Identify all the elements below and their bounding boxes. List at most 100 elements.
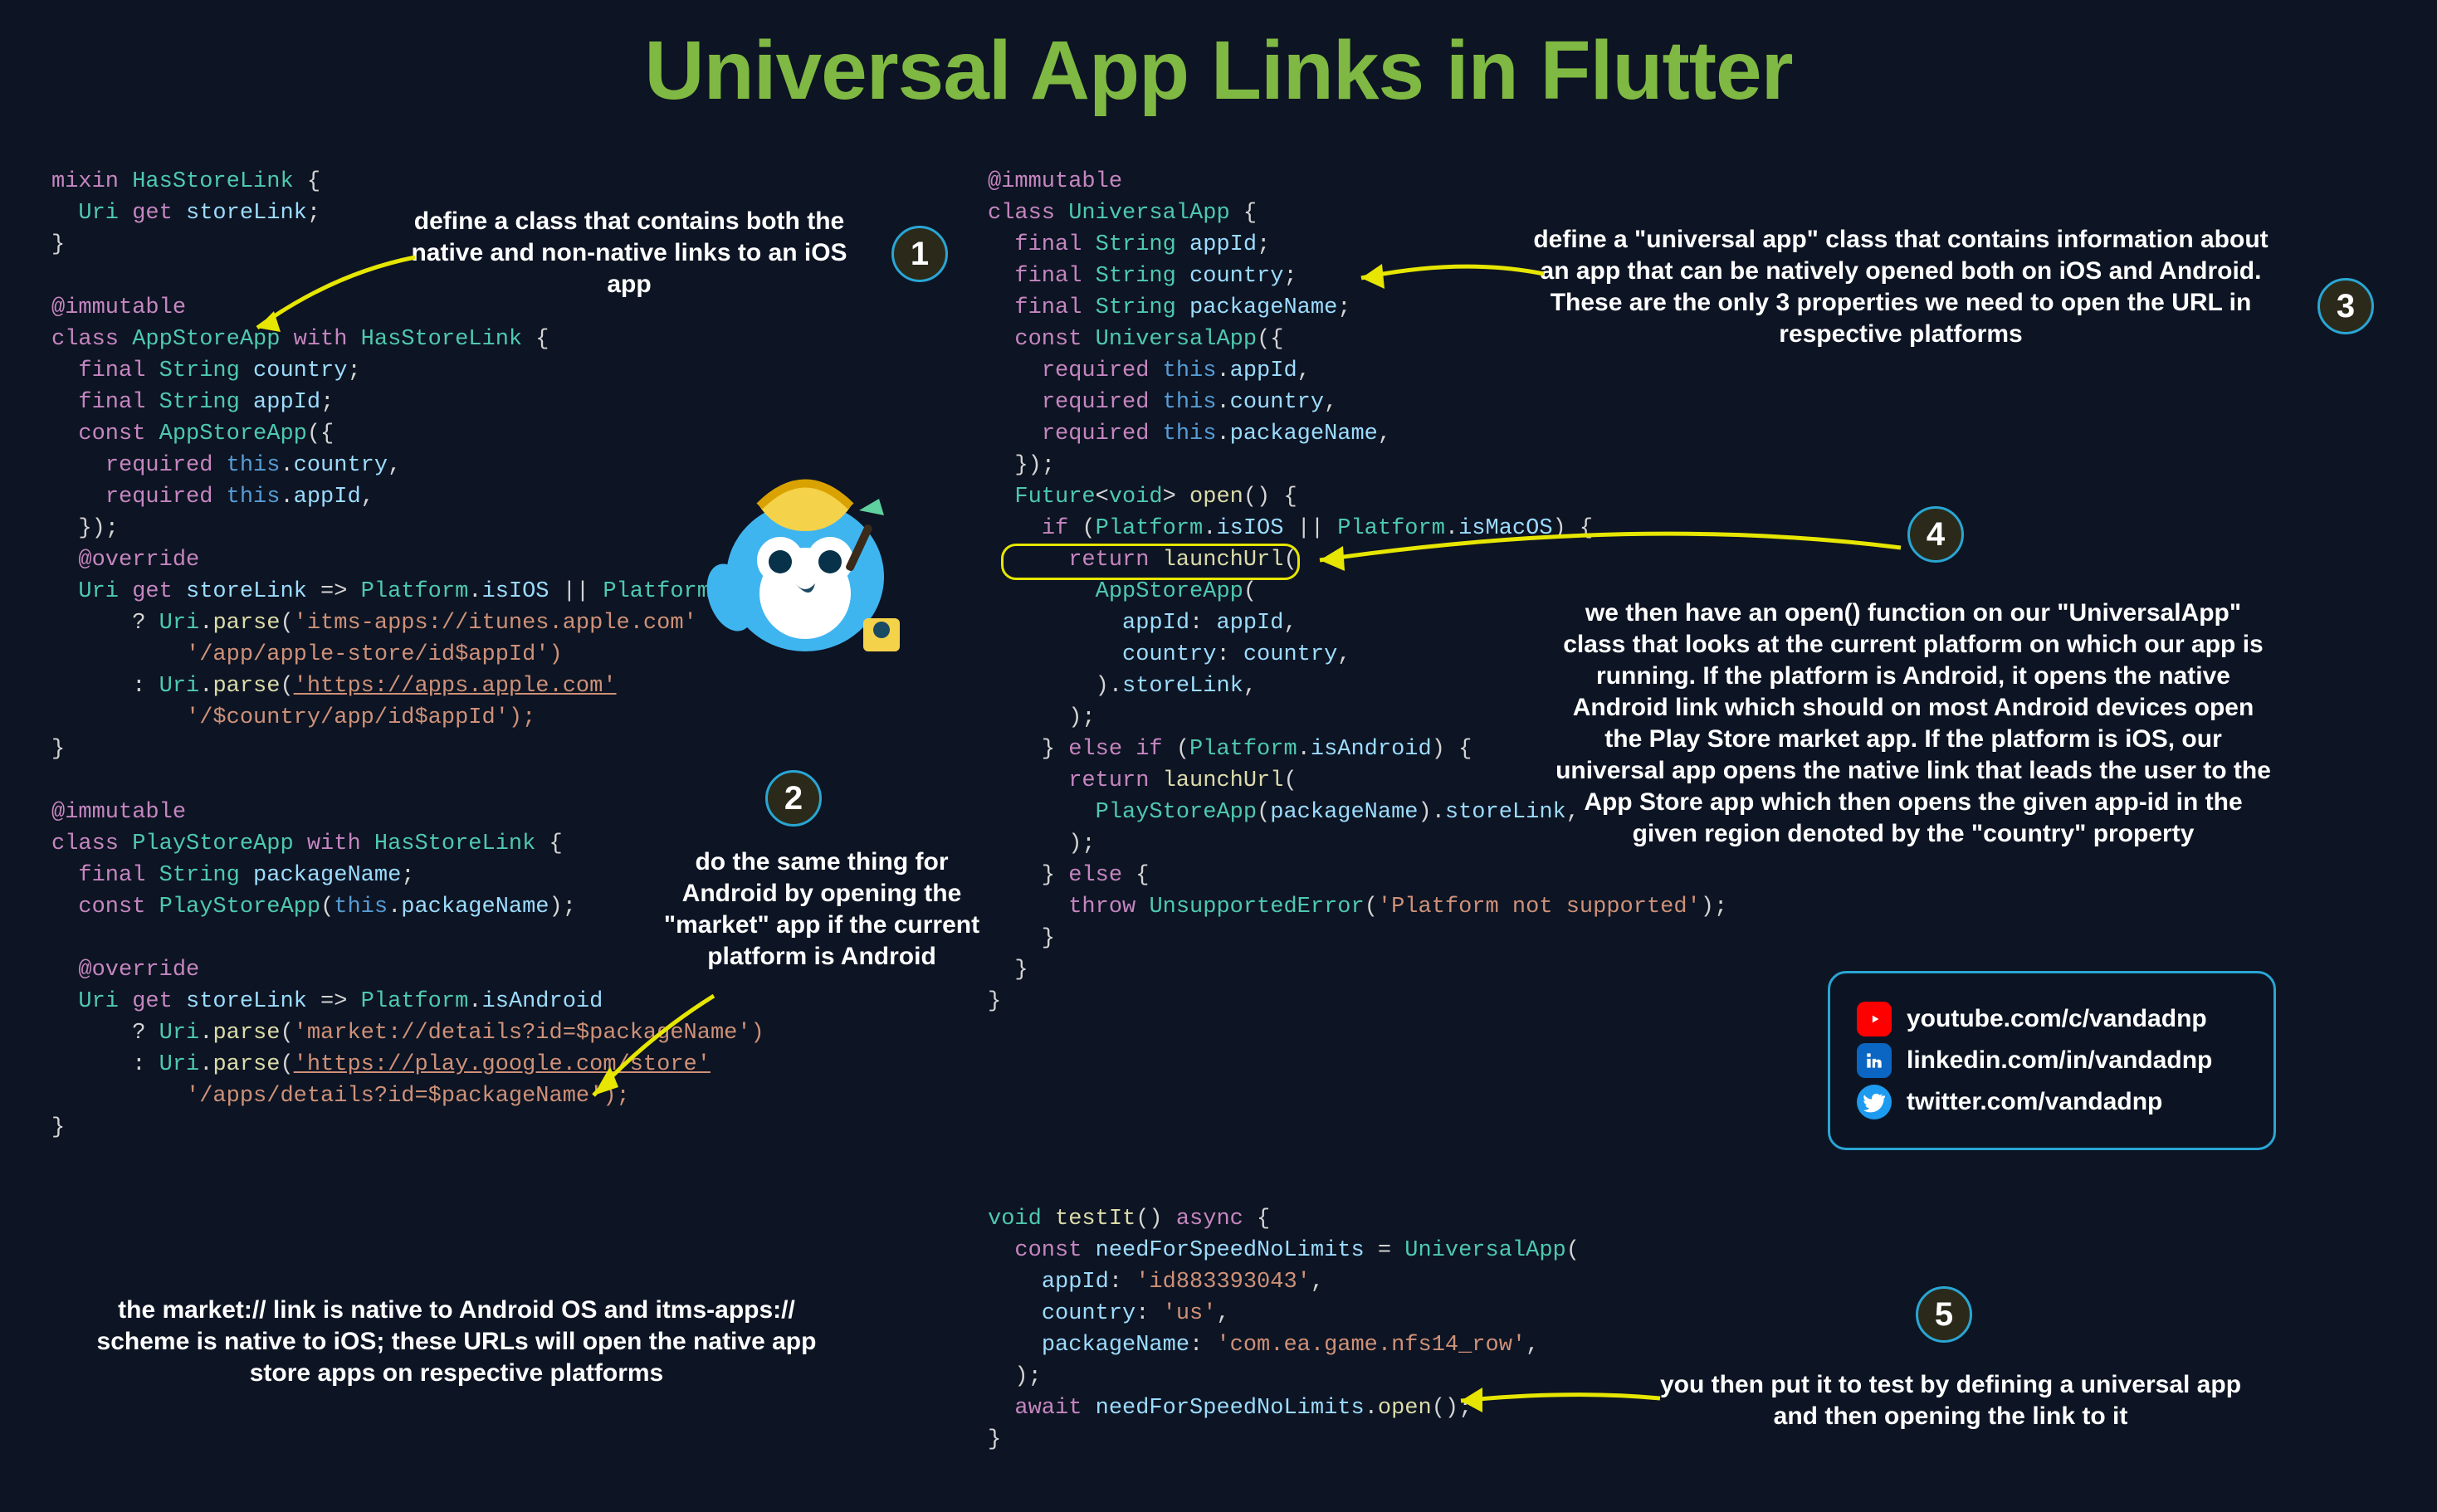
meta: @immutable — [988, 169, 1122, 194]
step-badge-4: 4 — [1907, 506, 1964, 563]
meta: @override — [78, 548, 199, 573]
cls: UnsupportedError — [1149, 895, 1364, 919]
kw: required — [1042, 358, 1150, 383]
kw: with — [307, 832, 361, 856]
type: String — [1096, 264, 1176, 289]
code-right-column-test: void testIt() async { const needForSpeed… — [988, 1203, 1580, 1456]
cls: HasStoreLink — [361, 327, 522, 352]
str: '/$country/app/id$appId'); — [186, 705, 535, 730]
str: 'market://details?id=$packageName') — [294, 1021, 764, 1046]
annotation-5: you then put it to test by defining a un… — [1652, 1369, 2249, 1432]
prop: appId — [1230, 358, 1297, 383]
cls: AppStoreApp — [159, 422, 307, 446]
cls: UniversalApp — [1404, 1238, 1565, 1263]
meta: @override — [78, 958, 199, 983]
prop: appId — [1042, 1270, 1109, 1295]
social-twitter[interactable]: twitter.com/vandadnp — [1857, 1085, 2247, 1119]
type: String — [159, 358, 240, 383]
kw: const — [78, 895, 145, 919]
mascot-bird-icon — [689, 452, 921, 668]
kw: this — [1163, 390, 1217, 415]
annotation-3: define a "universal app" class that cont… — [1527, 224, 2274, 350]
type: Platform — [1189, 737, 1297, 762]
fn: launchUrl — [1163, 768, 1284, 793]
prop: packageName — [1230, 422, 1378, 446]
social-linkedin-label: linkedin.com/in/vandadnp — [1907, 1046, 2212, 1075]
kw-get: get — [132, 201, 173, 226]
prop: appId — [1189, 232, 1257, 257]
youtube-icon — [1857, 1002, 1892, 1036]
fn-open: open — [1189, 485, 1243, 510]
type: void — [988, 1207, 1042, 1232]
fn: parse — [212, 611, 280, 636]
str: 'itms-apps://itunes.apple.com' — [294, 611, 697, 636]
type: Uri — [159, 611, 200, 636]
cls-hasstorelink: HasStoreLink — [132, 169, 293, 194]
annotation-1: define a class that contains both the na… — [397, 206, 862, 300]
kw: class — [988, 201, 1055, 226]
prop: country — [1243, 642, 1337, 667]
prop: country — [1122, 642, 1216, 667]
str: 'https://play.google.com/store' — [294, 1052, 711, 1077]
prop: country — [1042, 1301, 1135, 1326]
prop: country — [1189, 264, 1283, 289]
step-badge-2: 2 — [765, 770, 822, 827]
kw: class — [51, 832, 119, 856]
kw: else — [1068, 737, 1122, 762]
kw: this — [227, 453, 281, 478]
kw: await — [1014, 1396, 1082, 1421]
kw: required — [105, 453, 213, 478]
prop: packageName — [1270, 800, 1418, 825]
prop: needForSpeedNoLimits — [1096, 1396, 1365, 1421]
social-linkedin[interactable]: linkedin.com/in/vandadnp — [1857, 1043, 2247, 1078]
kw: if — [1042, 516, 1068, 541]
type: Future — [1014, 485, 1095, 510]
prop: isAndroid — [1311, 737, 1432, 762]
str: 'https://apps.apple.com' — [294, 674, 617, 699]
page-title: Universal App Links in Flutter — [0, 0, 2437, 119]
fn: parse — [212, 1021, 280, 1046]
type-uri: Uri — [78, 201, 119, 226]
kw: final — [78, 390, 145, 415]
type: Uri — [78, 989, 119, 1014]
kw: this — [1163, 358, 1217, 383]
kw: const — [1014, 327, 1082, 352]
kw: final — [1014, 232, 1082, 257]
social-youtube-label: youtube.com/c/vandadnp — [1907, 1005, 2207, 1033]
annotation-4: we then have an open() function on our "… — [1552, 597, 2274, 850]
twitter-icon — [1857, 1085, 1892, 1119]
cls: PlayStoreApp — [159, 895, 320, 919]
annotation-2: do the same thing for Android by opening… — [647, 846, 996, 973]
prop: storeLink — [186, 989, 307, 1014]
kw: get — [132, 579, 173, 604]
cls-playstoreapp: PlayStoreApp — [132, 832, 293, 856]
meta-immutable: @immutable — [51, 295, 186, 320]
prop: appId — [253, 390, 320, 415]
prop: storeLink — [1122, 674, 1243, 699]
social-youtube[interactable]: youtube.com/c/vandadnp — [1857, 1002, 2247, 1036]
kw: required — [1042, 390, 1150, 415]
kw-class: class — [51, 327, 119, 352]
prop: country — [294, 453, 388, 478]
social-links-box: youtube.com/c/vandadnp linkedin.com/in/v… — [1828, 971, 2276, 1150]
prop: isAndroid — [482, 989, 603, 1014]
social-twitter-label: twitter.com/vandadnp — [1907, 1088, 2162, 1116]
type: String — [159, 863, 240, 888]
fn: parse — [212, 674, 280, 699]
kw-mixin: mixin — [51, 169, 119, 194]
kw: throw — [1068, 895, 1135, 919]
highlight-open-fn — [1001, 544, 1300, 580]
str: 'us' — [1163, 1301, 1217, 1326]
fn-testit: testIt — [1055, 1207, 1135, 1232]
kw: this — [227, 485, 281, 510]
str: '/app/apple-store/id$appId') — [186, 642, 563, 667]
type: Uri — [159, 1021, 200, 1046]
type: Uri — [78, 579, 119, 604]
kw: final — [1014, 264, 1082, 289]
prop: country — [1230, 390, 1324, 415]
prop: appId — [294, 485, 361, 510]
prop: appId — [1122, 611, 1189, 636]
str: '/apps/details?id=$packageName'); — [186, 1084, 630, 1109]
type: Platform — [1096, 516, 1204, 541]
kw: final — [78, 863, 145, 888]
